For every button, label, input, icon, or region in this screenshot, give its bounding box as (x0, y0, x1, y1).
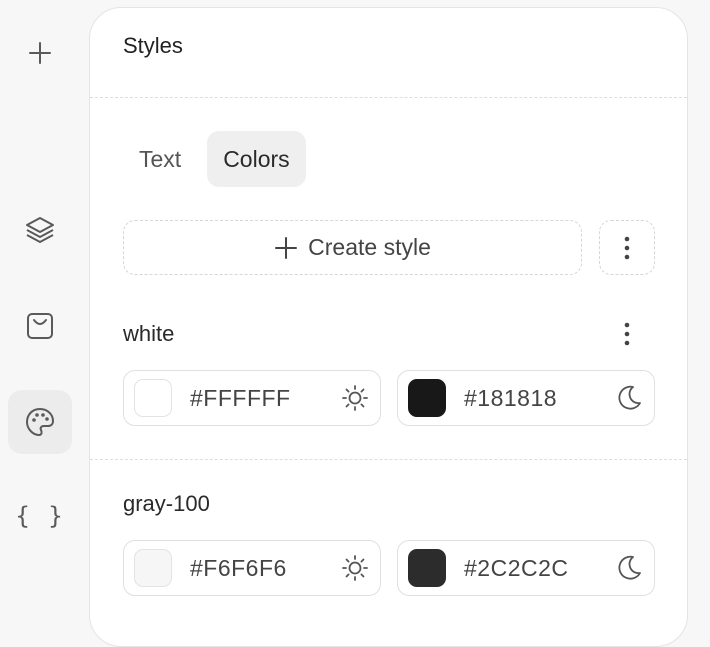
style-more-button[interactable] (609, 316, 645, 352)
layers-icon (26, 217, 54, 243)
styles-panel: Styles Text Colors Create style white #F… (89, 7, 688, 647)
palette-icon (25, 407, 55, 437)
moon-icon (614, 383, 644, 413)
sun-icon (340, 553, 370, 583)
tab-colors[interactable]: Colors (207, 131, 306, 187)
hex-value[interactable]: #2C2C2C (464, 555, 614, 582)
create-style-button[interactable]: Create style (123, 220, 582, 275)
more-options-button[interactable] (599, 220, 655, 275)
code-button[interactable]: { } (8, 484, 72, 548)
panel-title: Styles (123, 32, 183, 58)
color-swatch[interactable] (134, 379, 172, 417)
moon-icon (614, 553, 644, 583)
plus-icon (275, 236, 298, 259)
components-button[interactable] (8, 294, 72, 358)
section-divider (90, 459, 687, 460)
more-vertical-icon (624, 236, 630, 259)
tab-text[interactable]: Text (123, 131, 197, 187)
style-name: gray-100 (123, 491, 210, 516)
left-rail: { } (0, 0, 80, 618)
more-vertical-icon (624, 322, 630, 346)
plus-icon (29, 42, 51, 64)
styles-button[interactable] (8, 390, 72, 454)
layers-button[interactable] (8, 198, 72, 262)
hex-value[interactable]: #FFFFFF (190, 385, 340, 412)
dark-color-field[interactable]: #2C2C2C (397, 540, 655, 596)
panel-header: Styles (90, 8, 687, 98)
color-swatch[interactable] (408, 379, 446, 417)
style-tabs: Text Colors (123, 131, 306, 187)
hex-value[interactable]: #181818 (464, 385, 614, 412)
color-swatch[interactable] (408, 549, 446, 587)
dark-color-field[interactable]: #181818 (397, 370, 655, 426)
color-swatch[interactable] (134, 549, 172, 587)
braces-icon: { } (15, 502, 65, 530)
light-color-field[interactable]: #FFFFFF (123, 370, 381, 426)
create-style-label: Create style (308, 234, 431, 260)
style-name: white (123, 321, 175, 346)
add-button[interactable] (8, 21, 72, 85)
component-icon (27, 313, 53, 339)
sun-icon (340, 383, 370, 413)
light-color-field[interactable]: #F6F6F6 (123, 540, 381, 596)
hex-value[interactable]: #F6F6F6 (190, 555, 340, 582)
